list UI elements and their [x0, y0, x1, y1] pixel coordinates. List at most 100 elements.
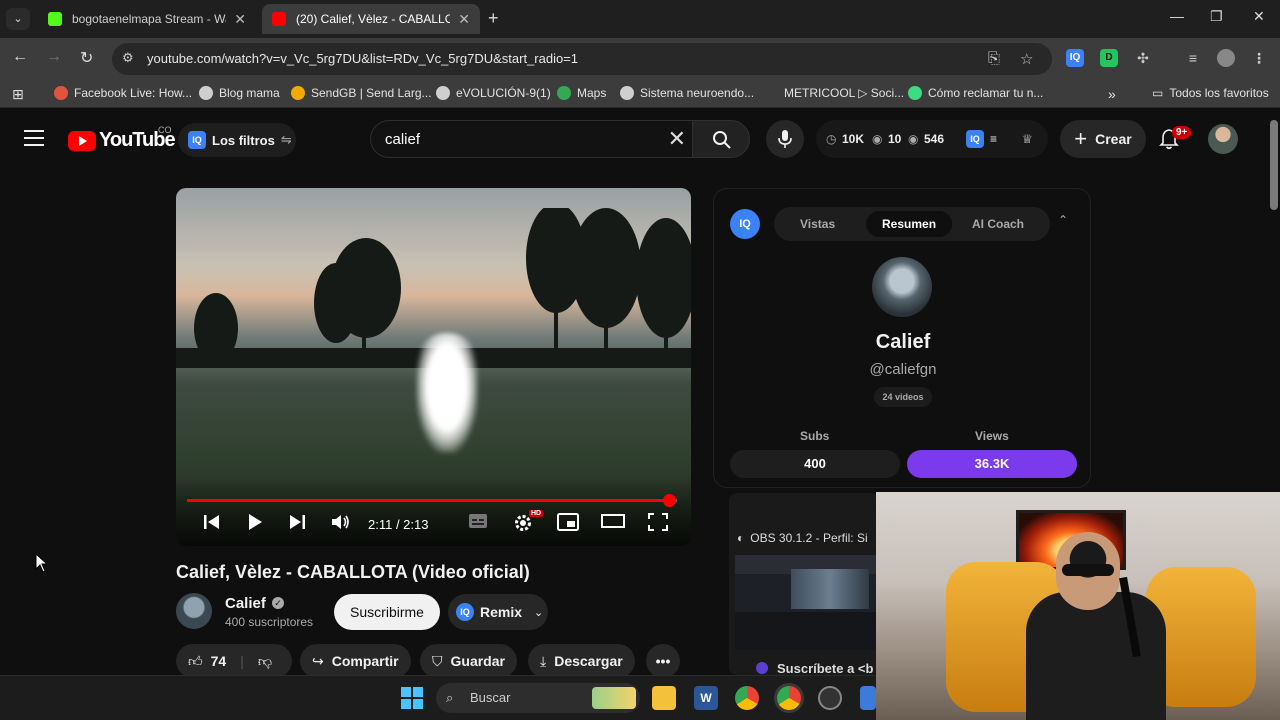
- vidiq-extension-icon[interactable]: IQ: [1066, 49, 1084, 67]
- channel-handle: @caliefgn: [869, 361, 937, 378]
- account-avatar[interactable]: [1208, 124, 1238, 154]
- close-tab-icon[interactable]: ✕: [458, 11, 470, 28]
- extensions-puzzle-icon[interactable]: ✣: [1134, 49, 1152, 67]
- tab-title: (20) Calief, Vèlez - CABALLOTA (: [296, 12, 451, 26]
- windows-start-icon[interactable]: [401, 687, 423, 709]
- bookmark-item[interactable]: Blog mama: [199, 86, 280, 100]
- channel-avatar[interactable]: [176, 593, 212, 629]
- stat-value: 10: [888, 132, 902, 146]
- search-button[interactable]: [692, 120, 750, 158]
- like-count[interactable]: 74: [211, 653, 227, 669]
- obs-thumbnail: [735, 555, 879, 650]
- share-button[interactable]: ↪ Compartir: [300, 644, 411, 678]
- back-icon[interactable]: ←: [12, 48, 28, 66]
- chevron-up-icon[interactable]: ⌃: [1058, 213, 1068, 227]
- bookmarks-bar: ⊞ Facebook Live: How... Blog mama SendGB…: [0, 80, 1280, 108]
- tab-resumen[interactable]: Resumen: [866, 211, 953, 237]
- voice-search-button[interactable]: [766, 120, 804, 158]
- thumbs-down-icon[interactable]: 👎︎: [258, 653, 272, 670]
- bookmark-favicon-icon: [620, 86, 634, 100]
- obs-window-preview[interactable]: ◐ OBS 30.1.2 - Perfil: Si Suscríbete a <b: [729, 493, 879, 675]
- fullscreen-icon[interactable]: [648, 513, 668, 531]
- bookmark-item[interactable]: SendGB | Send Larg...: [291, 86, 432, 100]
- obs-taskbar-icon[interactable]: [818, 686, 842, 710]
- site-info-icon[interactable]: ⚙: [122, 50, 134, 66]
- bookmark-star-icon[interactable]: ☆: [1020, 50, 1033, 68]
- bookmark-item[interactable]: METRICOOL ▷ Soci...: [764, 86, 904, 100]
- d-extension-icon[interactable]: D: [1100, 49, 1118, 67]
- trophy-icon: ♕: [1022, 132, 1033, 146]
- windows-taskbar: ⌕ Buscar W: [0, 675, 876, 720]
- minimize-icon[interactable]: —: [1170, 8, 1184, 24]
- hd-badge: HD: [529, 510, 544, 517]
- word-icon[interactable]: W: [694, 686, 718, 710]
- taskbar-search[interactable]: ⌕ Buscar: [436, 683, 640, 713]
- media-controls-icon[interactable]: ≡: [1184, 49, 1202, 67]
- miniplayer-icon[interactable]: [557, 513, 579, 531]
- theater-mode-icon[interactable]: [601, 513, 625, 529]
- bookmark-item[interactable]: Sistema neuroendo...: [620, 86, 754, 100]
- youtube-favicon-icon: [272, 12, 286, 26]
- clear-search-icon[interactable]: ✕: [668, 126, 686, 152]
- subs-value[interactable]: 400: [730, 450, 900, 478]
- restore-icon[interactable]: ❐: [1210, 8, 1223, 25]
- subtitles-icon[interactable]: [468, 513, 488, 529]
- create-button[interactable]: + Crear: [1060, 120, 1146, 158]
- tab-strip: ⌄ bogotaenelmapa Stream - Wat ✕ (20) Cal…: [0, 0, 1280, 38]
- file-explorer-icon[interactable]: [652, 686, 676, 710]
- list-icon: ≡: [990, 132, 998, 146]
- apps-grid-icon[interactable]: ⊞: [12, 86, 24, 103]
- page-scrollbar[interactable]: [1268, 108, 1280, 492]
- reload-icon[interactable]: ↻: [80, 48, 93, 68]
- vidiq-stats-bar[interactable]: ◷ 10K ◉ 10 ◉ 546 IQ ≡ ♕: [816, 120, 1048, 158]
- more-bookmarks-icon[interactable]: »: [1108, 86, 1116, 102]
- scrubber-handle[interactable]: [663, 494, 676, 507]
- close-window-icon[interactable]: ✕: [1253, 8, 1265, 25]
- bookmark-item[interactable]: Facebook Live: How...: [54, 86, 192, 100]
- tab-search-button[interactable]: ⌄: [6, 8, 30, 30]
- like-dislike-group: 👍︎ 74 | 👎︎: [176, 644, 292, 678]
- notification-count-badge: 9+: [1172, 126, 1192, 139]
- next-icon[interactable]: [288, 513, 306, 531]
- all-bookmarks-folder[interactable]: ▭ Todos los favoritos: [1152, 86, 1269, 100]
- play-icon[interactable]: [246, 513, 264, 531]
- channel-name[interactable]: Calief: [225, 595, 266, 612]
- video-title: Calief, Vèlez - CABALLOTA (Video oficial…: [176, 562, 530, 582]
- close-tab-icon[interactable]: ✕: [234, 11, 246, 28]
- chrome-menu-icon[interactable]: ⋮: [1250, 49, 1268, 67]
- chrome-icon[interactable]: [735, 686, 759, 710]
- bookmark-item[interactable]: eVOLUCIÓN-9(1): [436, 86, 551, 100]
- progress-bar[interactable]: [187, 494, 677, 507]
- tab-youtube-video[interactable]: (20) Calief, Vèlez - CABALLOTA ( ✕: [262, 4, 480, 34]
- chrome-active-icon[interactable]: [777, 686, 801, 710]
- more-actions-button[interactable]: •••: [646, 644, 680, 678]
- microphone-icon: [778, 130, 792, 148]
- hamburger-menu-icon[interactable]: [24, 130, 44, 151]
- address-bar[interactable]: ⚙ youtube.com/watch?v=v_Vc_5rg7DU&list=R…: [112, 43, 1052, 75]
- vidiq-filters-button[interactable]: IQ Los filtros ⇋: [178, 123, 296, 157]
- install-app-icon[interactable]: ⎘: [988, 50, 1000, 67]
- scrollbar-thumb[interactable]: [1270, 120, 1278, 210]
- views-value[interactable]: 36.3K: [907, 450, 1077, 478]
- remix-button[interactable]: IQ Remix ⌄: [448, 594, 548, 630]
- bookmark-item[interactable]: Maps: [557, 86, 606, 100]
- video-player[interactable]: 2:11 / 2:13 HD: [176, 188, 691, 546]
- volume-icon[interactable]: [331, 513, 351, 531]
- tab-kick-stream[interactable]: bogotaenelmapa Stream - Wat ✕: [38, 4, 256, 34]
- thumbs-up-icon[interactable]: 👍︎: [188, 653, 203, 670]
- forward-icon[interactable]: →: [46, 48, 62, 66]
- bookmark-favicon-icon: [54, 86, 68, 100]
- app-taskbar-icon[interactable]: [860, 686, 876, 710]
- tab-ai-coach[interactable]: AI Coach: [972, 217, 1024, 231]
- url-text[interactable]: youtube.com/watch?v=v_Vc_5rg7DU&list=RDv…: [147, 51, 578, 66]
- save-button[interactable]: ⛉ Guardar: [420, 644, 517, 678]
- subscribe-button[interactable]: Suscribirme: [334, 594, 440, 630]
- new-tab-button[interactable]: +: [488, 8, 499, 29]
- download-button[interactable]: ⤓ Descargar: [528, 644, 635, 678]
- bookmark-item[interactable]: Cómo reclamar tu n...: [908, 86, 1043, 100]
- search-input[interactable]: calief ✕: [370, 120, 692, 158]
- previous-icon[interactable]: [203, 513, 221, 531]
- tab-vistas[interactable]: Vistas: [800, 217, 835, 231]
- more-horizontal-icon: •••: [655, 653, 671, 669]
- profile-avatar-icon[interactable]: [1217, 49, 1235, 67]
